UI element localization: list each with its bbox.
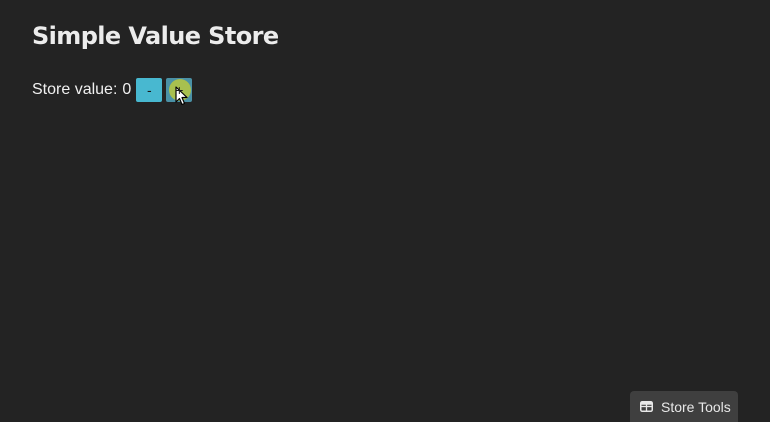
table-icon bbox=[640, 401, 653, 412]
page-title: Simple Value Store bbox=[32, 22, 279, 50]
store-tools-label: Store Tools bbox=[661, 398, 731, 415]
store-value-label: Store value: bbox=[32, 80, 118, 98]
decrement-button-label: - bbox=[146, 81, 152, 98]
store-value: 0 bbox=[122, 80, 132, 98]
store-row: Store value: 0 - + bbox=[32, 77, 196, 102]
increment-button-label: + bbox=[175, 81, 184, 98]
store-tools-button[interactable]: Store Tools bbox=[630, 391, 738, 422]
decrement-button[interactable]: - bbox=[136, 77, 163, 102]
